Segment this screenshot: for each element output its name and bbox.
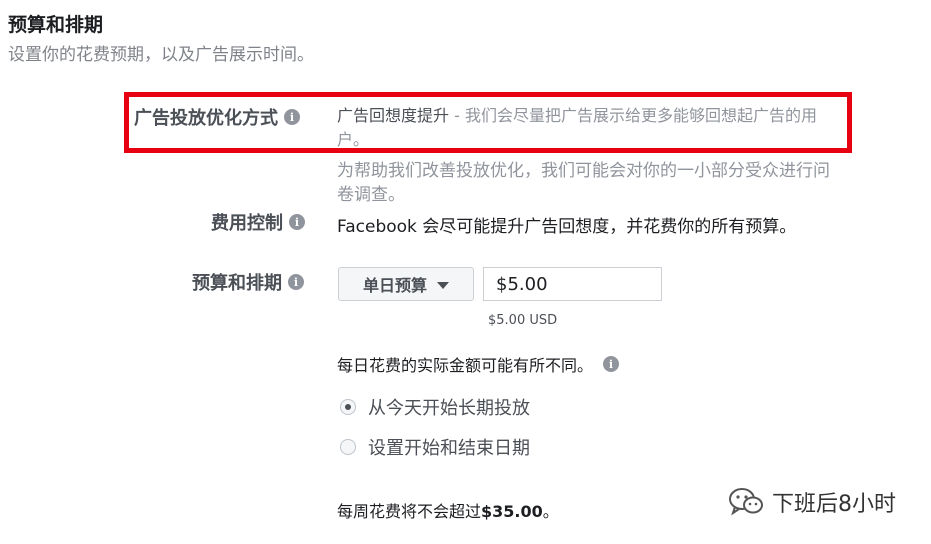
schedule-option-date-range[interactable]: 设置开始和结束日期 [340, 434, 530, 460]
section-title: 预算和排期 [8, 14, 104, 36]
radio-unselected[interactable] [340, 439, 356, 455]
cost-control-value: Facebook 会尽可能提升广告回想度，并花费你的所有预算。 [337, 217, 797, 237]
budget-label-row: 预算和排期 i [192, 269, 304, 295]
caret-down-icon [437, 281, 449, 289]
survey-note: 为帮助我们改善投放优化，我们可能会对你的一小部分受众进行问卷调查。 [337, 161, 830, 205]
optimization-goal: 广告回想度提升 [337, 106, 450, 125]
watermark-text: 下班后8小时 [772, 492, 896, 517]
info-icon[interactable]: i [603, 356, 620, 372]
weekly-suffix: 。 [542, 502, 559, 521]
weekly-prefix: 每周花费将不会超过 [337, 502, 482, 521]
daily-spend-text: 每日花费的实际金额可能有所不同。 [337, 356, 594, 375]
info-icon[interactable]: i [284, 109, 300, 125]
optimization-separator: - [449, 106, 465, 125]
budget-usd-note: $5.00 USD [488, 313, 558, 328]
weekly-amount: $35.00 [481, 502, 543, 521]
optimization-value: 广告回想度提升 - 我们会尽量把广告展示给更多能够回想起广告的用户。 [337, 104, 847, 152]
optimization-label: 广告投放优化方式 [134, 108, 278, 129]
radio-selected[interactable] [340, 399, 356, 415]
weekly-spend-note: 每周花费将不会超过$35.00。 [337, 498, 559, 522]
info-icon[interactable]: i [288, 274, 304, 290]
section-subtitle: 设置你的花费预期，以及广告展示时间。 [8, 45, 314, 65]
cost-control-label: 费用控制 [211, 213, 283, 234]
schedule-option-label: 设置开始和结束日期 [368, 438, 530, 459]
watermark: 下班后8小时 [728, 486, 896, 518]
wechat-icon [729, 488, 763, 516]
optimization-label-row: 广告投放优化方式 i [134, 104, 300, 130]
cost-control-label-row: 费用控制 i [211, 209, 305, 235]
budget-amount-input[interactable] [483, 267, 662, 301]
radio-dot [345, 404, 351, 410]
budget-label: 预算和排期 [192, 273, 282, 294]
schedule-option-label: 从今天开始长期投放 [368, 398, 530, 419]
info-icon[interactable]: i [289, 214, 305, 230]
schedule-option-continuous[interactable]: 从今天开始长期投放 [340, 394, 530, 420]
budget-type-dropdown[interactable]: 单日预算 [338, 267, 474, 301]
budget-type-label: 单日预算 [362, 276, 427, 295]
daily-spend-note: 每日花费的实际金额可能有所不同。 i [337, 352, 620, 376]
